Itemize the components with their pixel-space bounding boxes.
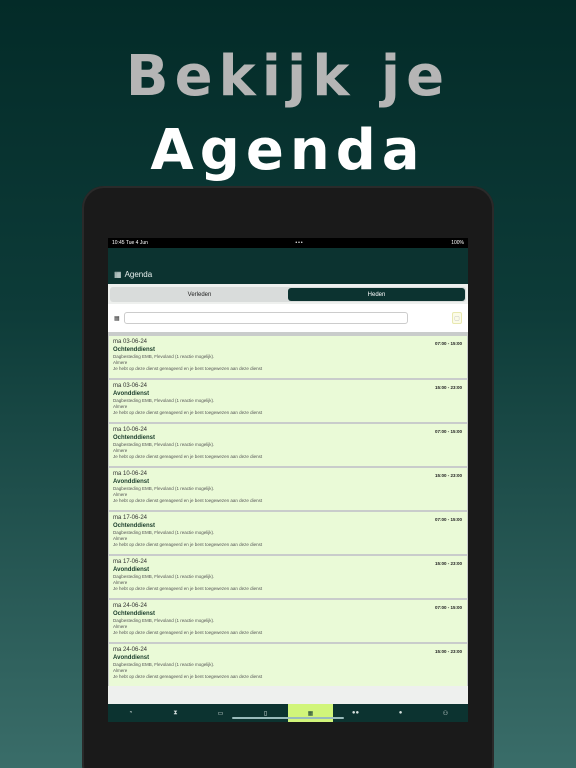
item-shift: Ochtenddienst [113, 611, 156, 617]
tab-heden[interactable]: Heden [288, 288, 465, 301]
item-city: Almere [113, 536, 128, 541]
chat-icon[interactable]: ● [378, 704, 423, 722]
headline-line1: Bekijk je [125, 44, 451, 109]
item-shift: Ochtenddienst [113, 435, 156, 441]
item-status: Je hebt op deze dienst gereageerd en je … [113, 674, 263, 679]
item-date: ma 03-06-24 [113, 383, 148, 389]
page-title: Agenda [124, 269, 153, 279]
app-screen: 10:45 Tue 4 Jun ••• 100% ▦ Agenda Verled… [108, 238, 468, 722]
tab-verleden[interactable]: Verleden [111, 288, 288, 301]
item-city: Almere [113, 580, 128, 585]
item-status: Je hebt op deze dienst gereageerd en je … [113, 498, 263, 503]
list-item[interactable]: ma 24-06-24 15:00 - 23:00 Avonddienst Dagbe… [109, 644, 467, 686]
item-time: 07:00 - 15:00 [434, 605, 462, 610]
shift-list: ma 03-06-24 07:00 - 15:00 Ochtenddienst Dag… [108, 332, 468, 686]
filter-button[interactable]: ▢ [452, 312, 462, 324]
person-icon[interactable]: ⚇ [423, 704, 468, 722]
item-shift: Avonddienst [113, 567, 150, 573]
item-location: Dagbesteding EMB, Flevoland (1 reactie m… [113, 618, 215, 623]
item-city: Almere [113, 668, 128, 673]
item-shift: Avonddienst [113, 479, 150, 485]
status-dots: ••• [295, 240, 304, 246]
home-indicator [232, 717, 344, 719]
item-status: Je hebt op deze dienst gereageerd en je … [113, 542, 263, 547]
item-location: Dagbesteding EMB, Flevoland (1 reactie m… [113, 354, 215, 359]
bottom-nav: ◔ ⧗ ▭ ▯ ▦ ●● ● ⚇ [108, 704, 468, 722]
item-date: ma 17-06-24 [113, 559, 148, 565]
list-item[interactable]: ma 17-06-24 15:00 - 23:00 Avonddienst Dagbe… [109, 556, 467, 598]
status-battery: 100% [451, 240, 464, 246]
item-location: Dagbesteding EMB, Flevoland (1 reactie m… [113, 530, 215, 535]
item-status: Je hebt op deze dienst gereageerd en je … [113, 454, 263, 459]
item-city: Almere [113, 492, 128, 497]
item-location: Dagbesteding EMB, Flevoland (1 reactie m… [113, 442, 215, 447]
status-time: 10:45 Tue 4 Jun [112, 240, 148, 246]
item-status: Je hebt op deze dienst gereageerd en je … [113, 410, 263, 415]
item-time: 15:00 - 23:00 [434, 649, 462, 654]
users-icon[interactable]: ●● [333, 704, 378, 722]
item-date: ma 10-06-24 [113, 427, 148, 433]
list-item[interactable]: ma 10-06-24 07:00 - 15:00 Ochtenddienst Dag… [109, 424, 467, 466]
item-status: Je hebt op deze dienst gereageerd en je … [113, 630, 263, 635]
item-time: 15:00 - 23:00 [434, 473, 462, 478]
item-location: Dagbesteding EMB, Flevoland (1 reactie m… [113, 574, 215, 579]
item-date: ma 24-06-24 [113, 603, 148, 609]
list-item[interactable]: ma 03-06-24 07:00 - 15:00 Ochtenddienst Dag… [109, 336, 467, 378]
hourglass-icon[interactable]: ⧗ [153, 704, 198, 722]
item-time: 07:00 - 15:00 [434, 429, 462, 434]
item-status: Je hebt op deze dienst gereageerd en je … [113, 366, 263, 371]
item-time: 07:00 - 15:00 [434, 341, 462, 346]
item-location: Dagbesteding EMB, Flevoland (1 reactie m… [113, 486, 215, 491]
item-location: Dagbesteding EMB, Flevoland (1 reactie m… [113, 398, 215, 403]
item-date: ma 24-06-24 [113, 647, 148, 653]
item-shift: Avonddienst [113, 655, 150, 661]
id-card-icon[interactable]: ▭ [198, 704, 243, 722]
item-city: Almere [113, 448, 128, 453]
dashboard-icon[interactable]: ◔ [108, 704, 153, 722]
item-date: ma 10-06-24 [113, 471, 148, 477]
list-item[interactable]: ma 24-06-24 07:00 - 15:00 Ochtenddienst Dag… [109, 600, 467, 642]
headline-line2: Agenda [150, 118, 426, 183]
list-item[interactable]: ma 03-06-24 15:00 - 23:00 Avonddienst Dagbe… [109, 380, 467, 422]
date-filter: ▦ ▢ [108, 304, 468, 332]
item-city: Almere [113, 624, 128, 629]
item-shift: Ochtenddienst [113, 523, 156, 529]
segment-control: Verleden Heden [110, 287, 466, 302]
calendar-icon[interactable]: ▦ [288, 704, 333, 722]
status-bar: 10:45 Tue 4 Jun ••• 100% [108, 238, 468, 248]
header-spacer [108, 248, 468, 264]
item-shift: Avonddienst [113, 391, 150, 397]
item-date: ma 17-06-24 [113, 515, 148, 521]
list-item[interactable]: ma 10-06-24 15:00 - 23:00 Avonddienst Dagbe… [109, 468, 467, 510]
item-status: Je hebt op deze dienst gereageerd en je … [113, 586, 263, 591]
item-time: 15:00 - 23:00 [434, 561, 462, 566]
item-date: ma 03-06-24 [113, 339, 148, 345]
item-time: 15:00 - 23:00 [434, 385, 462, 390]
item-city: Almere [113, 404, 128, 409]
item-shift: Ochtenddienst [113, 347, 156, 353]
calendar-icon: ▦ [114, 269, 122, 279]
item-location: Dagbesteding EMB, Flevoland (1 reactie m… [113, 662, 215, 667]
date-input[interactable] [124, 312, 408, 324]
calendar-icon: ▦ [114, 315, 120, 322]
item-time: 07:00 - 15:00 [434, 517, 462, 522]
item-city: Almere [113, 360, 128, 365]
list-item[interactable]: ma 17-06-24 07:00 - 15:00 Ochtenddienst Dag… [109, 512, 467, 554]
clipboard-icon[interactable]: ▯ [243, 704, 288, 722]
app-bar: ▦ Agenda [108, 264, 468, 284]
